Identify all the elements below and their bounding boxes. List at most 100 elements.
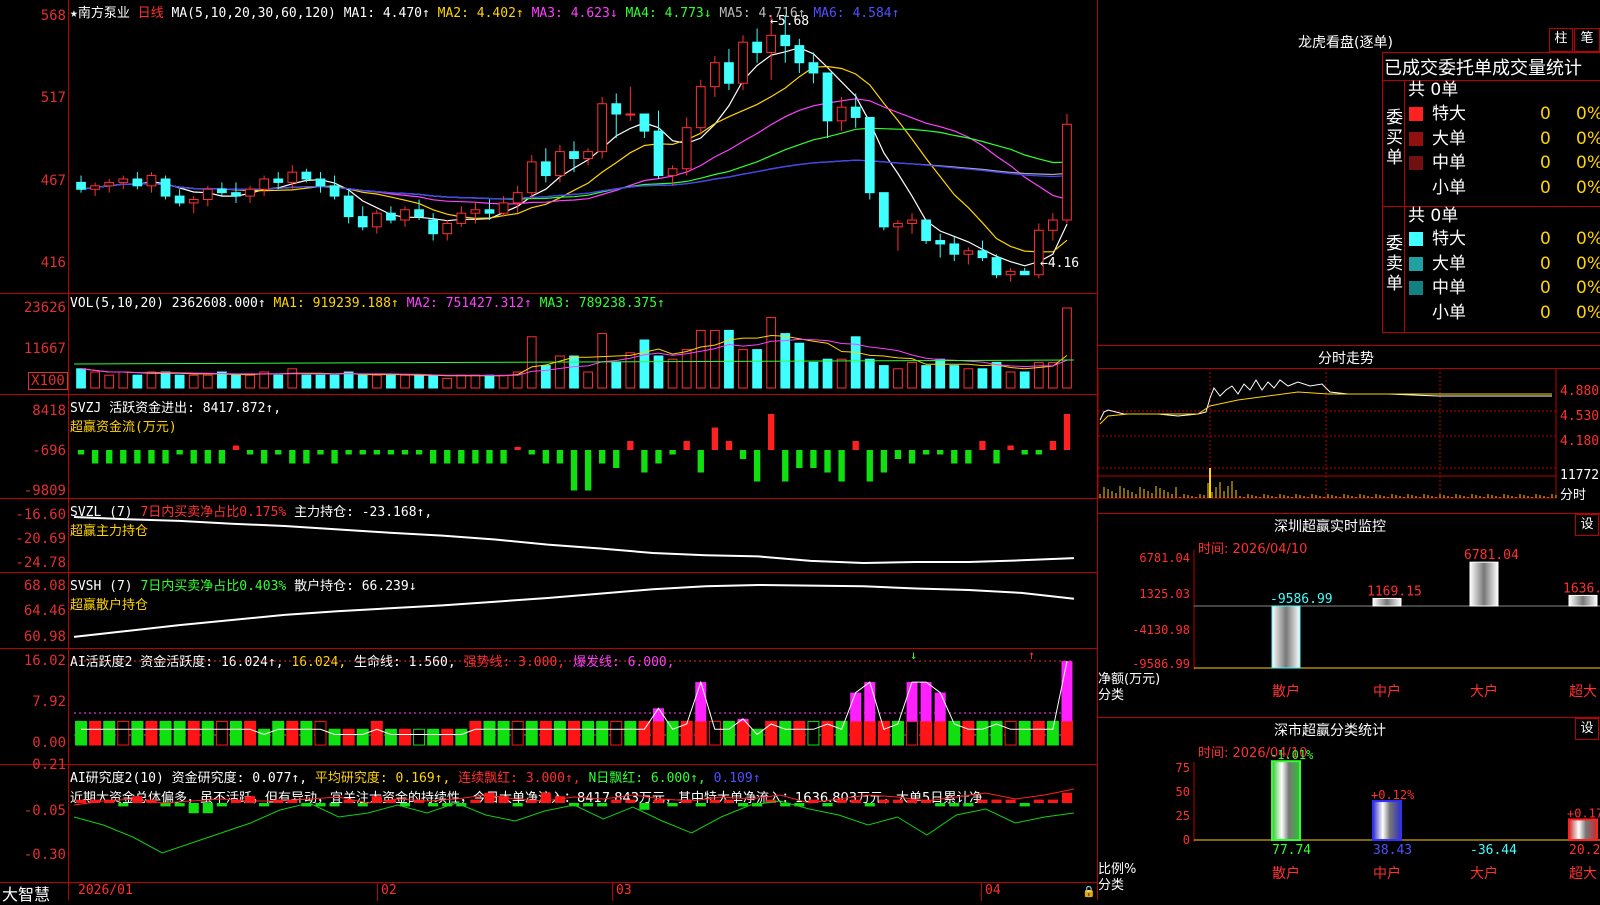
sell-orders-label: 委卖单 [1386,234,1403,294]
candle-body [498,202,509,214]
intraday-title: 分时走势 [1318,351,1374,367]
svzj-bar [500,450,507,464]
candle-body [878,192,889,228]
order-percent: 0% [1576,153,1600,173]
svzj-bar [697,450,704,473]
ai-activity-bar [384,728,397,746]
svzj-bar [429,450,437,464]
sz-class-category-label: 中户 [1373,865,1401,882]
ai-activity-bar [314,720,327,746]
volume-bar [808,361,819,389]
sz-monitor-bar [1568,594,1598,607]
volume-panel[interactable]: VOL(5,10,20) 2362608.000↑ MA1: 919239.18… [0,294,1098,395]
intraday-panel[interactable]: 分时走势 4.880 4.530 4.180 11772 分时 [1098,345,1600,514]
ai-research-bar [864,803,875,807]
ai-activity-bar [469,720,482,746]
candle-body [766,34,777,53]
svzj-bar [528,450,535,455]
signal-arrow: ↑ [1028,649,1035,662]
ai-activity-bar [568,720,580,746]
ai-activity-panel[interactable]: AI活跃度2 资金活跃度: 16.024↑, 16.024, 生命线: 1.56… [0,649,1098,765]
volume-bar [329,374,340,389]
svzj-panel[interactable]: SVZJ 活跃资金进出: 8417.872↑, 超赢资金流(万元) 8418 -… [0,395,1098,499]
volume-bar [386,374,396,389]
sz-monitor-chart[interactable]: 6781.041325.03-4130.98-9586.99-9586.99散户… [1098,514,1600,718]
ai-activity-bar [413,728,426,746]
ai-activity-bar [511,720,524,746]
brand-label: 大智慧 [2,885,51,904]
svzj-bar [1035,450,1042,455]
svzj-bar [655,450,662,464]
ai-activity-chart[interactable]: ↓ ↑ [0,649,1098,764]
ai-research-bar [878,799,889,803]
svzj-bar [556,450,564,464]
candle-body [287,171,298,183]
svsh-panel[interactable]: SVSH (7) 7日内买卖净占比0.403% 散户持仓: 66.239↓ 超赢… [0,573,1098,649]
sz-class-chart[interactable]: 75 50 25 0 -1.01% 77.74 散户 +0.12% 38.43 中户 -36.44 大… [1098,718,1600,901]
intraday-chart[interactable] [1098,368,1558,514]
candle-body [653,130,664,177]
ai-research-panel[interactable]: AI研究度2(10) 资金研究度: 0.077↑, 平均研究度: 0.169↑,… [0,757,1098,882]
volume-bar [639,339,650,389]
svzj-chart[interactable] [0,395,1098,498]
price-panel[interactable]: ★南方泵业 日线 MA(5,10,20,30,60,120) MA1: 4.47… [0,0,1098,294]
ai-research-chart[interactable] [0,765,1098,882]
sz-monitor-panel[interactable]: 深圳超赢实时监控 设 时间: 2026/04/10 6781.04 1325.03… [1098,513,1600,718]
svzj-bar [979,441,986,450]
high-price-label: ←5.68 [770,14,810,29]
ai-research-bar [695,803,706,807]
tick-mode-button[interactable]: 笔 [1574,28,1600,52]
ai-research-bar [118,803,129,807]
svzj-bar [486,450,493,464]
sz-monitor-category-label: 大户 [1470,683,1498,700]
ai-activity-bar [920,720,933,746]
sell-total: 共 0单 [1408,206,1459,226]
svzj-bar [387,450,395,455]
svzl-chart[interactable] [0,499,1098,572]
volume-bar [90,371,100,389]
ai-activity-bar [398,728,411,746]
svzl-panel[interactable]: SVZL (7) 7日内买卖净占比0.175% 主力持仓: -23.168↑, … [0,499,1098,573]
lock-icon[interactable]: 🔒 [1082,885,1096,898]
volume-bar [878,365,889,389]
candle-body [921,219,931,242]
svzj-bar [1021,450,1028,455]
ai-activity-bar [145,720,158,746]
ai-research-bar [216,803,227,807]
sz-monitor-category-label: 超大 [1569,684,1597,700]
volume-chart[interactable] [0,294,1098,394]
svzj-bar [880,450,888,473]
sz-class-panel[interactable]: 深市超赢分类统计 设 时间: 2026/04/10 75 50 25 0 -1.01% 7… [1098,717,1600,901]
ai-activity-bar [103,720,116,746]
bar-mode-button[interactable]: 柱 [1549,28,1573,52]
svzj-bar [120,450,127,464]
volume-bar [1062,307,1072,389]
ai-activity-bar [455,728,468,746]
order-percent: 0% [1576,128,1600,149]
candlestick-chart[interactable] [0,0,1098,293]
ai-activity-bar [342,728,355,746]
order-percent: 0% [1576,253,1600,274]
intraday-axis-label: 4.180 [1560,434,1600,449]
ai-research-bar [906,799,918,803]
sz-monitor-value-label: -9586.99 [1270,592,1333,607]
order-color-swatch [1409,281,1423,295]
sz-class-axis-label: 0 [1183,833,1190,847]
volume-bar [484,374,495,389]
ai-research-bar [1033,799,1044,803]
order-size-label: 特大 [1432,104,1466,124]
sz-class-bar [1271,760,1301,841]
svzj-bar [415,450,423,455]
candle-body [611,103,622,115]
volume-bar [498,374,509,389]
ai-activity-bar [1046,720,1059,746]
ai-research-bar [850,799,861,803]
svsh-chart[interactable] [0,573,1098,648]
buy-total: 共 0单 [1408,80,1459,100]
svzj-bar [106,450,113,464]
ai-activity-bar [229,720,242,746]
ai-activity-bar [1004,720,1017,746]
ai-activity-bar [906,720,919,746]
ai-activity-bar [863,720,876,746]
svzj-bar [796,450,803,468]
